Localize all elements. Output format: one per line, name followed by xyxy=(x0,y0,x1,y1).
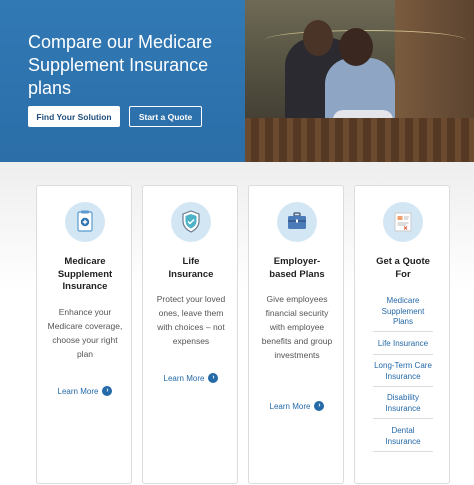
quote-links-list: Medicare Supplement Plans Life Insurance… xyxy=(373,296,433,452)
card-title: Life Insurance xyxy=(168,256,214,280)
card-get-a-quote: Get a Quote For Medicare Supplement Plan… xyxy=(354,185,450,484)
hero-title: Compare our Medicare Supplement Insuranc… xyxy=(28,32,213,98)
shield-check-icon xyxy=(171,202,211,242)
learn-more-link[interactable]: Learn More › xyxy=(143,373,239,383)
card-description: Protect your loved ones, leave them with… xyxy=(156,294,226,346)
hero-photo xyxy=(245,0,474,162)
briefcase-icon xyxy=(277,202,317,242)
find-your-solution-button[interactable]: Find Your Solution xyxy=(28,106,120,127)
card-title: Medicare Supplement Insurance xyxy=(57,256,113,292)
learn-more-link[interactable]: Learn More › xyxy=(37,386,133,396)
card-description: Enhance your Medicare coverage, choose y… xyxy=(47,307,123,359)
quote-form-icon xyxy=(383,202,423,242)
chevron-right-icon: › xyxy=(102,386,113,396)
quote-link-medicare-supplement[interactable]: Medicare Supplement Plans xyxy=(373,296,433,332)
hero-banner: Compare our Medicare Supplement Insuranc… xyxy=(0,0,474,162)
chevron-right-icon: › xyxy=(208,373,219,383)
learn-more-link[interactable]: Learn More › xyxy=(249,401,345,411)
quote-link-dental[interactable]: Dental Insurance xyxy=(373,419,433,452)
chevron-right-icon: › xyxy=(314,401,325,411)
quote-link-disability[interactable]: Disability Insurance xyxy=(373,387,433,419)
quote-link-long-term-care[interactable]: Long-Term Care Insurance xyxy=(373,355,433,387)
card-employer-plans: Employer-based Plans Give employees fina… xyxy=(248,185,344,484)
quote-link-life-insurance[interactable]: Life Insurance xyxy=(373,332,433,355)
clipboard-plus-icon xyxy=(65,202,105,242)
card-title: Get a Quote For xyxy=(376,256,430,280)
card-title: Employer-based Plans xyxy=(269,256,325,280)
start-a-quote-button[interactable]: Start a Quote xyxy=(129,106,202,127)
hero-text-panel: Compare our Medicare Supplement Insuranc… xyxy=(0,0,245,162)
card-description: Give employees financial security with e… xyxy=(261,294,333,360)
card-life-insurance: Life Insurance Protect your loved ones, … xyxy=(142,185,238,484)
card-medicare-supplement: Medicare Supplement Insurance Enhance yo… xyxy=(36,185,132,484)
